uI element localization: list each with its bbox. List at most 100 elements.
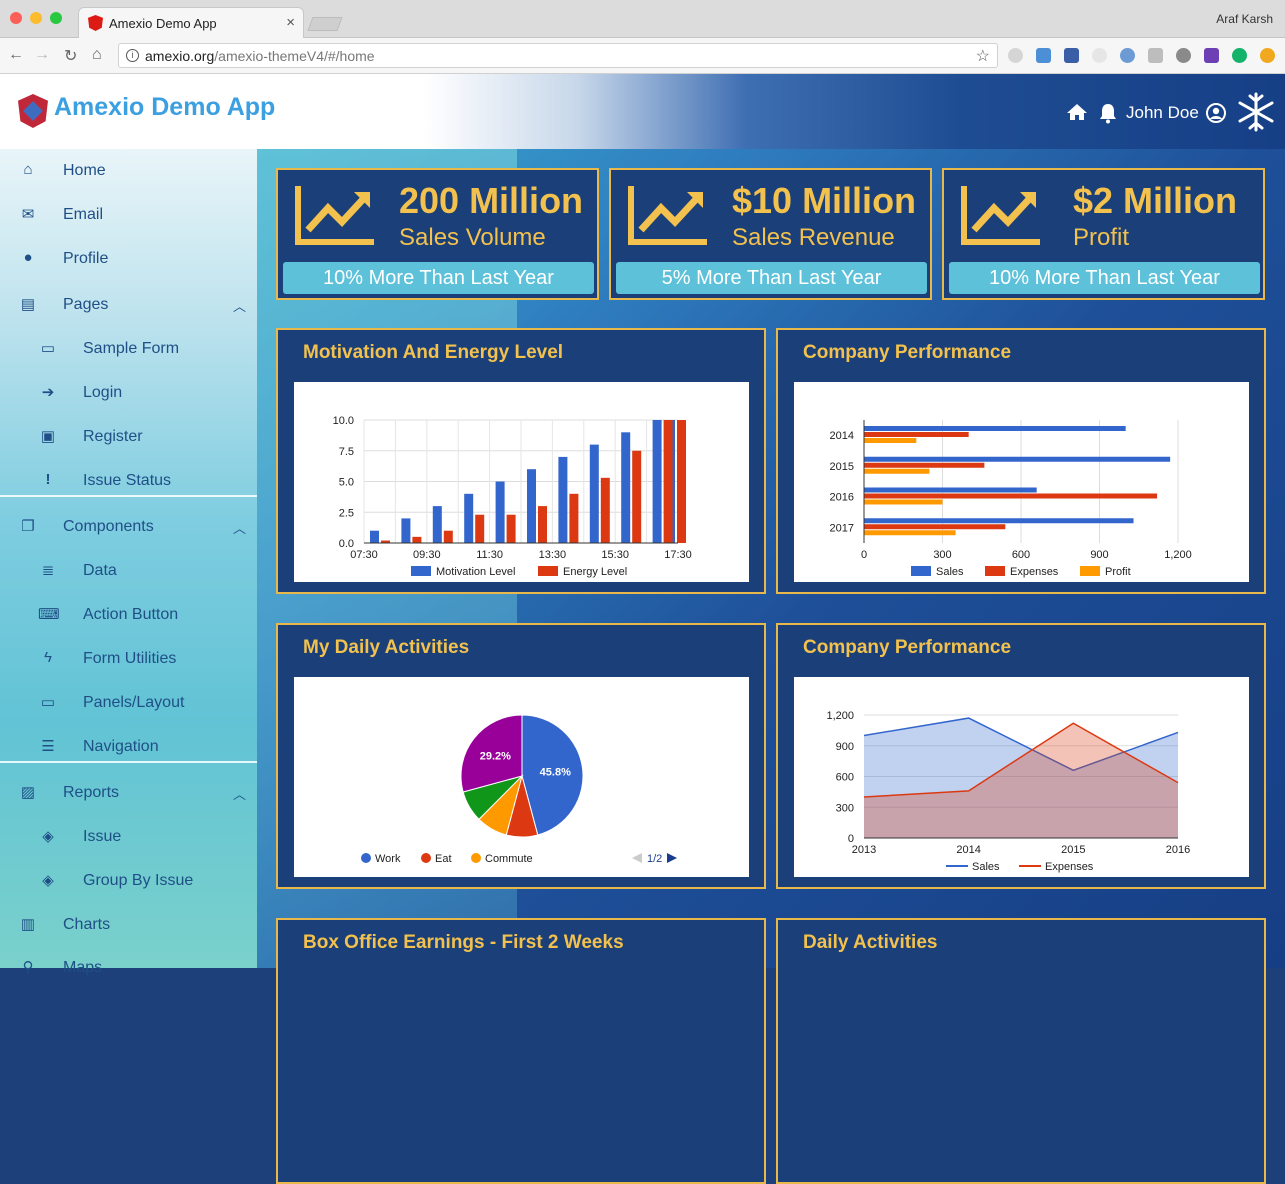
stat-label: Sales Revenue [732, 224, 895, 251]
chevron-up-icon[interactable]: ︿ [233, 296, 246, 315]
x-tick-label: 2015 [1061, 844, 1085, 856]
bar [663, 420, 673, 543]
panel-daily-activities-2: Daily Activities [776, 918, 1266, 1184]
sidebar-item-sample-form[interactable]: ▭ Sample Form [0, 327, 257, 371]
tab-close-button[interactable]: × [286, 14, 295, 31]
maximize-window-button[interactable] [50, 12, 62, 24]
copy-icon: ❐ [21, 518, 35, 535]
extension-ghost-icon[interactable] [1092, 48, 1107, 63]
bar [589, 444, 599, 543]
bar [864, 530, 956, 536]
browser-profile[interactable]: Araf Karsh [1216, 12, 1273, 26]
sidebar-item-label: Charts [63, 916, 111, 933]
sidebar-item-register[interactable]: ▣ Register [0, 415, 257, 459]
chevron-up-icon[interactable]: ︿ [233, 518, 246, 537]
line-chart-icon [628, 186, 707, 245]
bar [370, 530, 379, 543]
x-tick-label: 900 [1090, 549, 1108, 561]
panel-motivation: Motivation And Energy Level 0.0 2.5 5.0 7.5… [276, 328, 766, 594]
bar [506, 514, 516, 543]
bar [464, 493, 474, 543]
snowflake-icon[interactable] [1236, 92, 1276, 132]
new-tab-button[interactable] [307, 17, 343, 31]
extension-cloud-icon[interactable] [1008, 48, 1023, 63]
bar [495, 481, 505, 543]
sidebar-item-issue[interactable]: ◈ Issue [0, 815, 257, 859]
legend-label: Motivation Level [436, 566, 516, 578]
x-tick-label: 2014 [956, 844, 980, 856]
url-bar[interactable]: i amexio.org/amexio-themeV4/#/home ☆ [118, 43, 998, 68]
panel-company-performance-bar: Company Performance 0 300 600 900 1,200 2014 2… [776, 328, 1266, 594]
sidebar-item-pages[interactable]: ▤ Pages ︿ [0, 283, 257, 327]
legend-swatch [411, 566, 431, 576]
sidebar-item-group-by-issue[interactable]: ◈ Group By Issue [0, 859, 257, 903]
browser-tab[interactable]: Amexio Demo App × [78, 7, 304, 38]
legend-label: Sales [936, 566, 964, 578]
extension-alert-icon[interactable] [1260, 48, 1275, 63]
panel-title: Motivation And Energy Level [303, 342, 564, 363]
home-button[interactable]: ⌂ [92, 46, 102, 64]
sidebar-item-action-button[interactable]: ⌨ Action Button [0, 593, 257, 637]
bar [401, 518, 411, 543]
extension-grammarly-icon[interactable] [1232, 48, 1247, 63]
sidebar-item-label: Maps [63, 959, 103, 976]
chart-container: 45.8% 29.2% Work Eat Commute 1/2 [294, 677, 749, 877]
sidebar-item-profile[interactable]: ● Profile [0, 237, 257, 281]
sidebar-item-maps[interactable]: ⚲ Maps [0, 946, 257, 990]
legend-label: Eat [435, 853, 452, 865]
bar [538, 506, 547, 543]
performance-area-chart: 03006009001,2002013 2014 2015 2016Sales Expe… [826, 710, 1190, 873]
sidebar-item-panels-layout[interactable]: ▭ Panels/Layout [0, 681, 257, 725]
info-icon[interactable]: i [126, 49, 139, 62]
ticket-icon: ◈ [42, 828, 54, 845]
panel-daily-activities: My Daily Activities 45.8% 29.2% Work Eat Com… [276, 623, 766, 889]
sidebar-item-email[interactable]: ✉ Email [0, 193, 257, 237]
sidebar-item-label: Action Button [83, 606, 179, 623]
bell-icon[interactable] [1098, 102, 1118, 124]
sidebar-item-login[interactable]: ➔ Login [0, 371, 257, 415]
bar [864, 426, 1126, 431]
sidebar-item-data[interactable]: ≣ Data [0, 549, 257, 593]
user-circle-icon[interactable] [1205, 102, 1227, 124]
bar [864, 487, 1037, 493]
x-tick-label: 13:30 [539, 549, 567, 561]
y-tick-label: 2017 [830, 522, 854, 534]
x-tick-label: 07:30 [350, 549, 378, 561]
sidebar-item-components[interactable]: ❐ Components ︿ [0, 505, 257, 549]
user-name[interactable]: John Doe [1126, 103, 1199, 123]
legend-label: Energy Level [563, 566, 627, 578]
bar [864, 524, 1006, 530]
panel-title: Company Performance [803, 637, 1012, 658]
sidebar-item-label: Group By Issue [83, 872, 194, 889]
legend-swatch [538, 566, 558, 576]
extension-ruler-icon[interactable] [1064, 48, 1079, 63]
chevron-up-icon[interactable]: ︿ [233, 784, 246, 803]
stat-value: $10 Million [732, 180, 917, 221]
sidebar-item-home[interactable]: ⌂ Home [0, 149, 257, 193]
extension-shield-icon[interactable] [1036, 48, 1051, 63]
url-path: /amexio-themeV4/#/home [214, 48, 375, 64]
close-window-button[interactable] [10, 12, 22, 24]
extension-speed-icon[interactable] [1176, 48, 1191, 63]
legend-swatch [361, 853, 371, 863]
forward-button[interactable]: → [34, 46, 50, 64]
reload-button[interactable]: ↻ [64, 46, 77, 66]
bookmark-star-icon[interactable]: ☆ [976, 46, 990, 66]
extension-globe-icon[interactable] [1120, 48, 1135, 63]
sidebar-item-reports[interactable]: ▨ Reports ︿ [0, 771, 257, 815]
extension-wave-icon[interactable] [1148, 48, 1163, 63]
back-button[interactable]: ← [8, 46, 24, 64]
sidebar-item-label: Form Utilities [83, 650, 177, 667]
x-tick-label: 1,200 [1164, 549, 1192, 561]
sidebar-item-charts[interactable]: ▥ Charts [0, 903, 257, 947]
sidebar-item-label: Email [63, 206, 104, 223]
home-icon[interactable] [1066, 103, 1088, 121]
database-icon: ≣ [41, 562, 55, 579]
bar [443, 530, 453, 543]
extension-box-icon[interactable] [1204, 48, 1219, 63]
stat-card-sales-volume: 200 Million Sales Volume 10% More Than L… [276, 168, 599, 300]
sidebar-item-form-utilities[interactable]: ϟ Form Utilities [0, 637, 257, 681]
y-tick-label: 300 [836, 802, 854, 814]
x-tick-label: 17:30 [664, 549, 692, 561]
minimize-window-button[interactable] [30, 12, 42, 24]
